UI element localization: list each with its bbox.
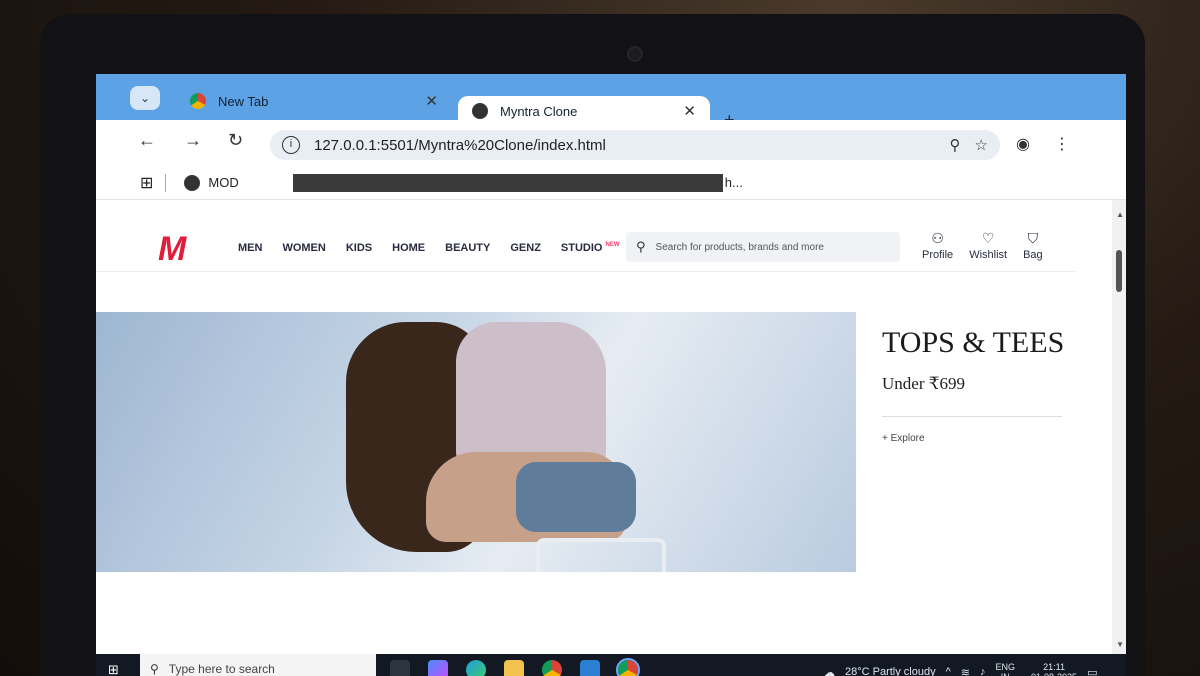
wifi-icon[interactable]: ≋ <box>961 666 970 676</box>
menu-item-home[interactable]: HOME <box>392 242 425 254</box>
bookmark-mod[interactable]: MOD <box>208 175 238 190</box>
notifications-icon[interactable]: ▭ <box>1087 666 1097 676</box>
scrollbar-thumb[interactable] <box>1116 250 1122 292</box>
lang-bottom: IN <box>1001 672 1010 676</box>
search-icon: ⚲ <box>150 662 159 676</box>
site-header: M MEN WOMEN KIDS HOME BEAUTY GENZ STUDIO… <box>96 200 1076 272</box>
web-page: M MEN WOMEN KIDS HOME BEAUTY GENZ STUDIO… <box>96 200 1126 654</box>
globe-icon <box>472 103 488 119</box>
search-input[interactable]: Search for products, brands and more <box>656 242 824 253</box>
screen: ⌄ New Tab ✕ Myntra Clone ✕ + — ❐ ✕ ← → ↻… <box>96 74 1126 676</box>
model-shorts <box>516 462 636 532</box>
profile-action[interactable]: ⚇ Profile <box>922 230 953 261</box>
promo-panel: TOPS & TEES Under ₹699 + Explore <box>882 326 1082 444</box>
volume-icon[interactable]: ♪ <box>980 666 986 676</box>
bag-label: Bag <box>1023 249 1043 261</box>
menu-item-men[interactable]: MEN <box>238 242 262 254</box>
wishlist-label: Wishlist <box>969 249 1008 261</box>
copilot-icon[interactable] <box>428 660 448 676</box>
taskbar-search-input[interactable]: Type here to search <box>169 662 275 676</box>
bookmark-overflow[interactable]: h... <box>725 175 743 190</box>
model-top <box>456 322 606 472</box>
close-icon[interactable]: ✕ <box>683 102 696 120</box>
lang-top: ENG <box>995 662 1016 672</box>
clock-time: 21:11 <box>1043 662 1065 672</box>
menu-item-beauty[interactable]: BEAUTY <box>445 242 490 254</box>
address-bar[interactable]: i 127.0.0.1:5501/Myntra%20Clone/index.ht… <box>270 130 1000 160</box>
menu-item-genz[interactable]: GENZ <box>510 242 541 254</box>
header-actions: ⚇ Profile ♡ Wishlist ⛉ Bag <box>922 230 1043 261</box>
apps-grid-icon[interactable]: ⊞ <box>140 173 153 193</box>
edge-icon[interactable] <box>466 660 486 676</box>
bookmark-star-icon[interactable]: ☆ <box>975 136 988 154</box>
tray-chevron-icon[interactable]: ^ <box>946 666 951 676</box>
zoom-icon[interactable]: ⚲ <box>950 136 961 154</box>
tab-strip: ⌄ New Tab ✕ Myntra Clone ✕ <box>96 74 1126 126</box>
close-icon[interactable]: ✕ <box>425 92 438 110</box>
scroll-down-arrow-icon[interactable]: ▼ <box>1116 640 1124 649</box>
webcam <box>627 46 643 62</box>
url-text[interactable]: 127.0.0.1:5501/Myntra%20Clone/index.html <box>314 137 936 154</box>
taskbar-apps <box>390 658 640 676</box>
system-tray: ☁ 28°C Partly cloudy ^ ≋ ♪ ENG IN 21:11 … <box>824 662 1097 676</box>
search-icon: ⚲ <box>636 239 646 254</box>
heart-icon: ♡ <box>981 230 995 246</box>
site-search-bar[interactable]: ⚲ Search for products, brands and more <box>626 232 900 262</box>
promo-subtitle: Under ₹699 <box>882 374 966 393</box>
back-arrow-icon[interactable]: ← <box>138 130 156 151</box>
menu-item-kids[interactable]: KIDS <box>346 242 372 254</box>
globe-icon <box>184 174 201 191</box>
promo-title: TOPS & TEES <box>882 326 1065 359</box>
language-indicator[interactable]: ENG IN <box>996 662 1016 676</box>
hero-banner-image[interactable] <box>96 312 856 572</box>
file-explorer-icon[interactable] <box>504 660 524 676</box>
vscode-icon[interactable] <box>580 660 600 676</box>
page-scrollbar[interactable]: ▲ ▼ <box>1112 200 1126 654</box>
scroll-up-arrow-icon[interactable]: ▲ <box>1116 210 1124 219</box>
forward-arrow-icon[interactable]: → <box>184 130 202 151</box>
chrome-icon[interactable] <box>542 660 562 676</box>
tab-new-tab[interactable]: New Tab ✕ <box>176 82 452 120</box>
tab-label: New Tab <box>218 93 269 109</box>
bag-icon: ⛉ <box>1027 230 1039 246</box>
explore-link[interactable]: + Explore <box>882 433 1082 444</box>
menu-item-studio[interactable]: STUDIO NEW <box>561 242 620 254</box>
profile-icon[interactable]: ◉ <box>1016 134 1030 154</box>
windows-taskbar: ⊞ ⚲ Type here to search ☁ 28°C Partly cl… <box>96 654 1126 676</box>
browser-toolbar: ← → ↻ i 127.0.0.1:5501/Myntra%20Clone/in… <box>96 120 1126 164</box>
main-menu: MEN WOMEN KIDS HOME BEAUTY GENZ STUDIO NE… <box>238 242 619 254</box>
myntra-logo[interactable]: M <box>158 230 186 269</box>
user-icon: ⚇ <box>931 230 944 246</box>
chrome-icon <box>190 93 206 109</box>
windows-start-icon[interactable]: ⊞ <box>108 662 119 676</box>
menu-item-women[interactable]: WOMEN <box>282 242 325 254</box>
bag-action[interactable]: ⛉ Bag <box>1023 230 1043 261</box>
tab-search-button[interactable]: ⌄ <box>130 86 160 110</box>
stool <box>536 538 666 572</box>
clock[interactable]: 21:11 01-08-2025 <box>1031 662 1077 676</box>
chrome-active-icon[interactable] <box>616 658 640 676</box>
taskbar-search[interactable]: ⚲ Type here to search <box>140 654 376 676</box>
new-badge: NEW <box>605 242 620 249</box>
profile-label: Profile <box>922 249 954 261</box>
menu-item-studio-label: STUDIO <box>560 242 603 254</box>
wishlist-action[interactable]: ♡ Wishlist <box>969 230 1007 261</box>
bookmarks-bar: ⊞ MOD h... <box>96 166 1126 200</box>
tab-label: Myntra Clone <box>500 103 578 119</box>
task-view-icon[interactable] <box>390 660 410 676</box>
reload-icon[interactable]: ↻ <box>228 130 243 151</box>
clock-date: 01-08-2025 <box>1031 672 1077 676</box>
divider <box>165 173 167 192</box>
divider <box>882 416 1062 417</box>
redacted-bookmarks <box>292 173 723 192</box>
kebab-menu-icon[interactable]: ⋮ <box>1054 134 1070 154</box>
weather-icon: ☁ <box>824 666 835 676</box>
weather-text[interactable]: 28°C Partly cloudy <box>845 666 936 676</box>
info-icon[interactable]: i <box>282 136 300 154</box>
